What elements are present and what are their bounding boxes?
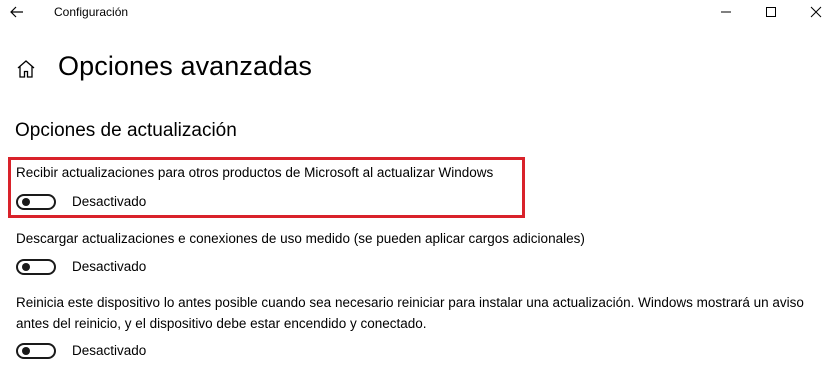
toggle-knob bbox=[22, 198, 30, 206]
section-title: Opciones de actualización bbox=[15, 120, 237, 141]
minimize-button[interactable] bbox=[706, 0, 746, 24]
minimize-icon bbox=[721, 11, 731, 13]
option-label-metered-download: Descargar actualizaciones e conexiones d… bbox=[16, 231, 585, 246]
toggle-knob bbox=[22, 347, 30, 355]
toggle-restart-asap[interactable] bbox=[16, 343, 56, 359]
toggle-knob bbox=[22, 263, 30, 271]
maximize-icon bbox=[766, 7, 776, 17]
option-label-restart-asap: Reinicia este dispositivo lo antes posib… bbox=[16, 295, 804, 331]
back-arrow-icon bbox=[10, 6, 23, 18]
toggle-state-restart-asap: Desactivado bbox=[72, 343, 147, 358]
close-button[interactable] bbox=[796, 0, 831, 24]
toggle-state-metered-download: Desactivado bbox=[72, 259, 147, 274]
page-title: Opciones avanzadas bbox=[58, 51, 312, 81]
home-button[interactable] bbox=[15, 58, 37, 80]
toggle-metered-download[interactable] bbox=[16, 259, 56, 275]
toggle-state-other-products: Desactivado bbox=[72, 194, 147, 209]
home-icon bbox=[17, 60, 35, 78]
close-icon bbox=[810, 6, 822, 18]
back-button[interactable] bbox=[6, 2, 28, 22]
maximize-button[interactable] bbox=[751, 0, 791, 24]
option-label-other-products: Recibir actualizaciones para otros produ… bbox=[16, 165, 494, 180]
settings-window: Configuración Opciones avanzadas Opcione… bbox=[0, 0, 831, 390]
toggle-other-products[interactable] bbox=[16, 194, 56, 210]
app-title: Configuración bbox=[54, 5, 129, 19]
title-bar: Configuración bbox=[0, 0, 831, 26]
